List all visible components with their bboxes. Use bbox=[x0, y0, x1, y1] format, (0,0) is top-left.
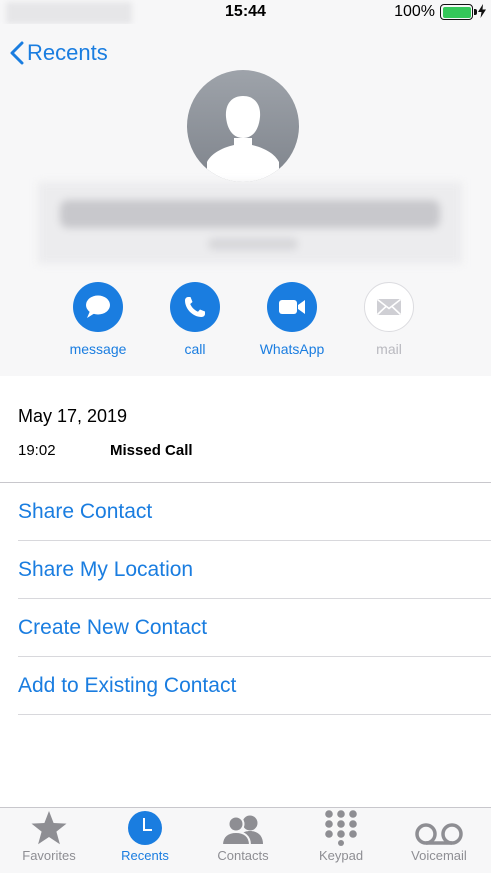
mail-button[interactable]: mail bbox=[339, 282, 439, 357]
tab-favorites-label: Favorites bbox=[22, 848, 76, 863]
tab-contacts-label: Contacts bbox=[217, 848, 269, 863]
tab-bar: Favorites Recents Contacts Keypad Voicem… bbox=[0, 807, 491, 873]
status-bar: 15:44 100% bbox=[0, 0, 491, 24]
share-my-location-option[interactable]: Share My Location bbox=[18, 541, 491, 599]
tab-recents-label: Recents bbox=[121, 848, 169, 863]
back-label: Recents bbox=[27, 40, 108, 65]
clock-icon bbox=[128, 811, 162, 845]
battery-percent: 100% bbox=[394, 3, 435, 20]
call-label: call bbox=[184, 341, 206, 357]
add-to-existing-contact-option[interactable]: Add to Existing Contact bbox=[18, 657, 491, 715]
mail-icon bbox=[376, 298, 402, 316]
message-button[interactable]: message bbox=[48, 282, 148, 357]
phone-icon bbox=[185, 297, 205, 317]
tab-voicemail[interactable]: Voicemail bbox=[390, 808, 488, 873]
tab-voicemail-label: Voicemail bbox=[411, 848, 467, 863]
contact-name-redacted bbox=[38, 182, 462, 264]
avatar[interactable] bbox=[187, 70, 299, 182]
keypad-icon bbox=[325, 810, 357, 846]
tab-favorites[interactable]: Favorites bbox=[0, 808, 98, 873]
message-label: message bbox=[69, 341, 127, 357]
recent-call-time: 19:02 bbox=[18, 442, 56, 459]
tab-keypad[interactable]: Keypad bbox=[292, 808, 390, 873]
whatsapp-video-button[interactable]: WhatsApp bbox=[242, 282, 342, 357]
whatsapp-label: WhatsApp bbox=[259, 341, 325, 357]
tab-contacts[interactable]: Contacts bbox=[194, 808, 292, 873]
battery-icon bbox=[440, 4, 477, 20]
message-icon bbox=[86, 295, 110, 318]
action-buttons: message call WhatsApp mail bbox=[0, 282, 491, 362]
contacts-icon bbox=[220, 815, 263, 846]
create-new-contact-option[interactable]: Create New Contact bbox=[18, 599, 491, 657]
person-silhouette-icon bbox=[207, 96, 279, 182]
contact-header: Recents message call WhatsApp mail bbox=[0, 24, 491, 376]
mail-label: mail bbox=[376, 341, 402, 357]
star-icon bbox=[31, 811, 67, 845]
share-contact-option[interactable]: Share Contact bbox=[18, 483, 491, 541]
video-icon bbox=[279, 300, 305, 314]
tab-keypad-label: Keypad bbox=[318, 848, 364, 863]
voicemail-icon bbox=[415, 823, 463, 845]
call-button[interactable]: call bbox=[145, 282, 245, 357]
charging-bolt-icon bbox=[478, 4, 486, 18]
tab-recents[interactable]: Recents bbox=[96, 808, 194, 873]
recent-call-type: Missed Call bbox=[110, 442, 193, 459]
recent-call-section: May 17, 2019 19:02 Missed Call bbox=[0, 376, 491, 482]
chevron-left-icon bbox=[10, 41, 24, 65]
recent-call-date: May 17, 2019 bbox=[18, 406, 128, 426]
back-button[interactable]: Recents bbox=[10, 38, 108, 68]
